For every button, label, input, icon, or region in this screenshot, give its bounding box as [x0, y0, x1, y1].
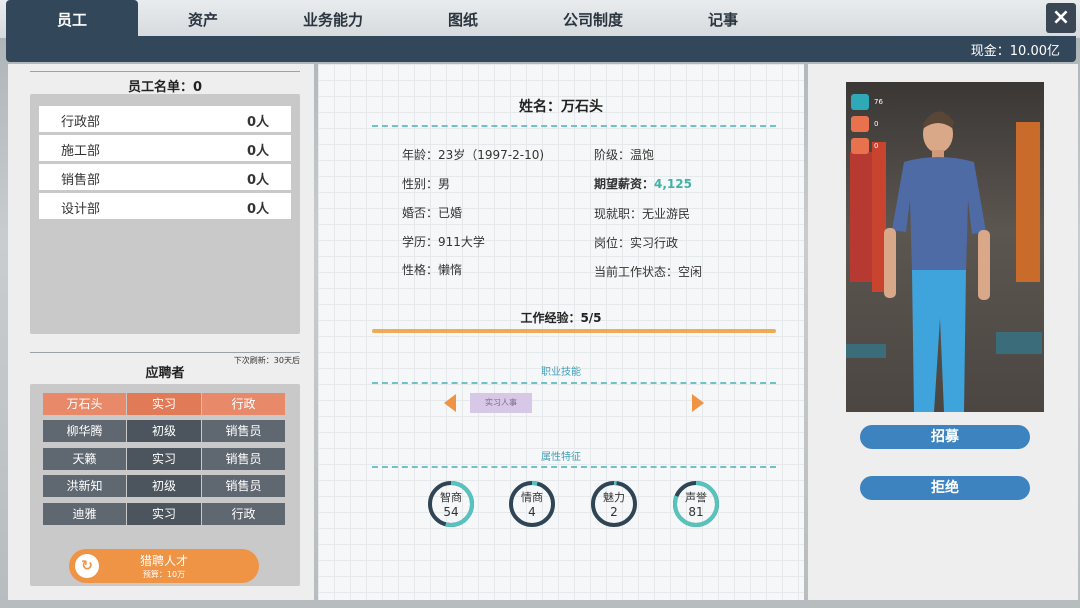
- attribute-reputation: 声誉 81: [672, 480, 720, 528]
- tab-notes[interactable]: 记事: [658, 0, 788, 38]
- class-field: 阶级：温饱: [594, 148, 655, 162]
- attribute-charm: 魅力 2: [590, 480, 638, 528]
- character-model: [846, 111, 1042, 412]
- skills-title: 职业技能: [541, 367, 581, 378]
- cash-display: 现金：10.00亿: [970, 44, 1060, 59]
- profile-panel: 姓名：万石头 年龄：23岁（1997-2-10) 性别：男 婚否：已婚 学历：9…: [318, 64, 804, 600]
- applicant-level: 初级: [127, 420, 201, 442]
- applicant-row[interactable]: 迪雅 实习 行政: [43, 503, 285, 525]
- applicant-level: 实习: [127, 393, 201, 415]
- department-name: 施工部: [61, 144, 101, 159]
- close-button[interactable]: ×: [1046, 3, 1076, 33]
- headhunt-label: 猎聘人才: [139, 554, 188, 568]
- attribute-value: 4: [528, 505, 536, 519]
- dashed-divider: [372, 466, 776, 468]
- department-row-admin[interactable]: 行政部 0人: [39, 106, 291, 132]
- department-count: 0人: [246, 115, 269, 130]
- department-name: 销售部: [61, 173, 101, 188]
- arrow-left-icon[interactable]: [444, 394, 456, 412]
- stat-value: 0: [874, 120, 879, 128]
- skill-tag: 实习人事: [470, 393, 532, 413]
- attribute-label: 声誉: [685, 491, 707, 504]
- current-job-field: 现就职：无业游民: [594, 207, 691, 221]
- applicant-level: 实习: [127, 448, 201, 470]
- right-panel: 76 0 0 招募 拒绝: [808, 64, 1078, 600]
- applicant-name: 洪新知: [43, 475, 126, 497]
- recruit-button[interactable]: 招募: [860, 425, 1030, 449]
- cash-bar: 现金：10.00亿: [6, 36, 1076, 62]
- tab-blueprints[interactable]: 图纸: [398, 0, 528, 38]
- applicant-row[interactable]: 柳华腾 初级 销售员: [43, 420, 285, 442]
- attribute-value: 2: [610, 505, 618, 519]
- department-name: 行政部: [61, 115, 101, 130]
- applicant-name: 柳华腾: [43, 420, 126, 442]
- dashed-divider: [372, 382, 776, 384]
- attribute-value: 81: [688, 505, 704, 519]
- heartbeat-icon: [851, 94, 869, 110]
- attribute-label: 情商: [521, 491, 543, 504]
- tab-assets[interactable]: 资产: [138, 0, 268, 38]
- department-count: 0人: [246, 173, 269, 188]
- arrow-right-icon[interactable]: [692, 394, 704, 412]
- attribute-eq: 情商 4: [508, 480, 556, 528]
- top-tab-bar: 员工 资产 业务能力 图纸 公司制度 记事 ×: [0, 0, 1080, 40]
- department-list: 行政部 0人 施工部 0人 销售部 0人 设计部 0人: [30, 94, 300, 334]
- divider: [30, 71, 300, 72]
- traits-title: 属性特征: [541, 452, 581, 463]
- stat-value: 76: [874, 98, 883, 106]
- applicant-name: 迪雅: [43, 503, 126, 525]
- applicant-role: 销售员: [202, 420, 285, 442]
- applicant-row[interactable]: 洪新知 初级 销售员: [43, 475, 285, 497]
- applicant-role: 行政: [202, 393, 285, 415]
- applicant-role: 销售员: [202, 475, 285, 497]
- work-status-field: 当前工作状态：空闲: [594, 265, 703, 279]
- salary-value: 4,125: [654, 177, 692, 191]
- dashed-divider: [372, 125, 776, 127]
- applicant-role: 行政: [202, 503, 285, 525]
- department-row-design[interactable]: 设计部 0人: [39, 193, 291, 219]
- headhunt-budget: 预算：10万: [142, 570, 186, 579]
- attribute-label: 智商: [440, 491, 462, 504]
- education-field: 学历：911大学: [402, 235, 485, 249]
- left-panel: 员工名单：0 行政部 0人 施工部 0人 销售部 0人 设计部 0人 下次刷新：…: [8, 64, 314, 600]
- strength-icon: [851, 138, 869, 154]
- close-icon: ×: [1051, 5, 1071, 30]
- tab-employees[interactable]: 员工: [6, 0, 138, 40]
- smile-icon: [851, 116, 869, 132]
- applicant-row[interactable]: 天籁 实习 销售员: [43, 448, 285, 470]
- roster-title: 员工名单：0: [127, 80, 203, 95]
- applicants-title: 应聘者: [145, 366, 185, 381]
- character-portrait: 76 0 0: [846, 82, 1044, 412]
- experience-label: 工作经验：5/5: [520, 311, 602, 325]
- applicant-role: 销售员: [202, 448, 285, 470]
- experience-bar: [372, 329, 776, 333]
- tab-business-ability[interactable]: 业务能力: [268, 0, 398, 38]
- reject-button[interactable]: 拒绝: [860, 476, 1030, 500]
- applicant-level: 实习: [127, 503, 201, 525]
- department-name: 设计部: [61, 202, 101, 217]
- department-row-sales[interactable]: 销售部 0人: [39, 164, 291, 190]
- personality-field: 性格：懒惰: [402, 263, 463, 277]
- age-field: 年龄：23岁（1997-2-10): [402, 148, 545, 162]
- applicant-row[interactable]: 万石头 实习 行政: [43, 393, 285, 415]
- stat-value: 0: [874, 142, 879, 150]
- applicant-name: 天籁: [43, 448, 126, 470]
- department-count: 0人: [246, 144, 269, 159]
- headhunt-button[interactable]: ↻ 猎聘人才 预算：10万: [69, 549, 259, 583]
- gender-field: 性别：男: [402, 177, 451, 191]
- divider: [30, 352, 300, 353]
- attribute-value: 54: [443, 505, 459, 519]
- attribute-iq: 智商 54: [427, 480, 475, 528]
- applicant-level: 初级: [127, 475, 201, 497]
- attribute-label: 魅力: [603, 491, 625, 504]
- applicant-name: 万石头: [43, 393, 126, 415]
- tab-company-policy[interactable]: 公司制度: [528, 0, 658, 38]
- salary-label: 期望薪资：: [594, 177, 655, 191]
- marital-field: 婚否：已婚: [402, 206, 463, 220]
- position-field: 岗位：实习行政: [594, 236, 679, 250]
- department-count: 0人: [246, 202, 269, 217]
- applicant-name-title: 姓名：万石头: [519, 99, 603, 115]
- department-row-construction[interactable]: 施工部 0人: [39, 135, 291, 161]
- salary-field: 期望薪资：4,125: [594, 175, 692, 192]
